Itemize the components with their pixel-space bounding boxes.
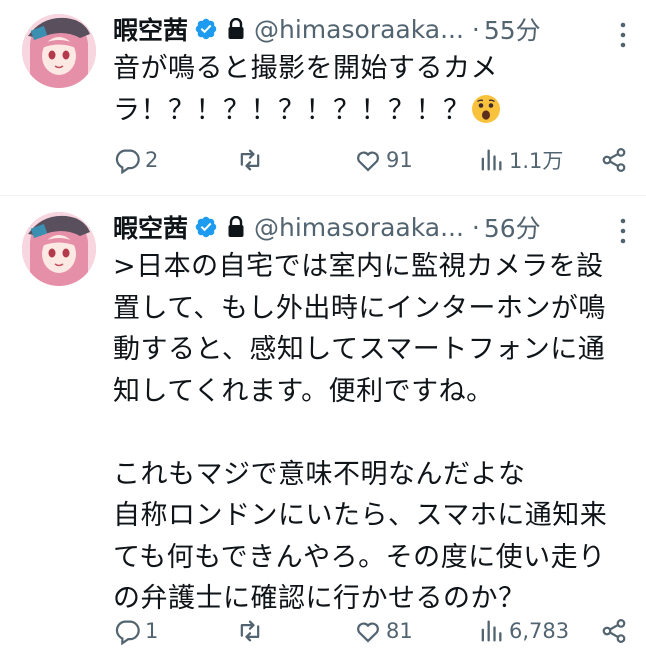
- timestamp[interactable]: 55分: [484, 11, 541, 47]
- reply-button[interactable]: 2: [113, 145, 233, 175]
- views-button[interactable]: 6,783: [477, 616, 597, 646]
- verified-badge-icon: [195, 18, 217, 40]
- reply-count: 2: [145, 148, 159, 172]
- tweet-header: 暇空茜 @himasoraaka... · 56分: [113, 210, 634, 244]
- more-icon[interactable]: [620, 22, 626, 48]
- verified-badge-icon: [195, 216, 217, 238]
- avatar[interactable]: [22, 14, 96, 88]
- astonished-face-emoji: [471, 94, 500, 123]
- avatar[interactable]: [22, 212, 96, 286]
- like-icon: [357, 622, 379, 643]
- display-name[interactable]: 暇空茜: [113, 11, 188, 47]
- reply-count: 1: [145, 619, 159, 643]
- share-icon: [602, 148, 626, 172]
- display-name[interactable]: 暇空茜: [113, 209, 188, 245]
- tweet-2[interactable]: 暇空茜 @himasoraaka... · 56分 >日本の自宅では室内に監視カ…: [0, 196, 646, 665]
- more-icon[interactable]: [620, 218, 626, 244]
- reply-icon: [115, 149, 140, 174]
- tweet-text-content: 音が鳴ると撮影を開始するカメ ラ！？！？！？！？！？！？: [113, 53, 498, 126]
- like-count: 81: [386, 619, 413, 643]
- reply-button[interactable]: 1: [113, 616, 233, 646]
- like-count: 91: [386, 148, 413, 172]
- like-icon: [357, 151, 379, 172]
- lock-icon: [228, 216, 244, 237]
- retweet-button[interactable]: [236, 616, 351, 646]
- share-button[interactable]: [600, 145, 628, 175]
- tweet-actions: 2 91 1.1万: [113, 145, 628, 175]
- reply-icon: [115, 620, 140, 645]
- views-icon: [481, 149, 502, 171]
- tweet-actions: 1 81 6,783: [113, 616, 628, 646]
- view-count: 6,783: [509, 619, 570, 643]
- timestamp[interactable]: 56分: [484, 209, 541, 245]
- tweet-header: 暇空茜 @himasoraaka... · 55分: [113, 12, 634, 46]
- view-count: 1.1万: [509, 149, 564, 173]
- views-icon: [481, 620, 502, 642]
- tweet-text: >日本の自宅では室内に監視カメラを設 置して、もし外出時にインターホンが鳴 動す…: [113, 251, 608, 614]
- user-handle[interactable]: @himasoraaka...: [254, 213, 464, 242]
- retweet-icon: [240, 620, 260, 642]
- share-icon: [602, 619, 626, 643]
- separator-dot: ·: [471, 212, 480, 242]
- user-handle[interactable]: @himasoraaka...: [254, 15, 464, 44]
- lock-icon: [228, 18, 244, 39]
- retweet-icon: [240, 149, 260, 171]
- like-button[interactable]: 91: [354, 145, 474, 175]
- tweet-text: 音が鳴ると撮影を開始するカメ ラ！？！？！？！？！？！？: [113, 48, 634, 131]
- like-button[interactable]: 81: [354, 616, 474, 646]
- separator-dot: ·: [471, 14, 480, 44]
- views-button[interactable]: 1.1万: [477, 145, 597, 175]
- tweet-1[interactable]: 暇空茜 @himasoraaka... · 55分 音が鳴ると撮影を開始するカメ…: [0, 0, 646, 196]
- share-button[interactable]: [600, 616, 628, 646]
- retweet-button[interactable]: [236, 145, 351, 175]
